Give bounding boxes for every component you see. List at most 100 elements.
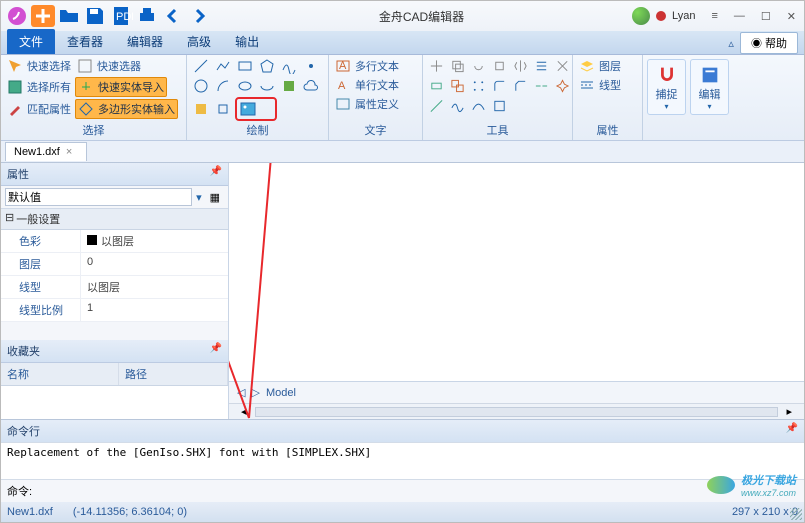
pin-icon[interactable]: 📌: [786, 423, 798, 439]
linetype-button[interactable]: 线型: [577, 76, 638, 94]
ribbon-collapse-icon[interactable]: ▵: [728, 37, 734, 50]
prop-ltscale-value[interactable]: 1: [81, 299, 228, 321]
image-tool-icon[interactable]: [238, 100, 274, 118]
rotate-tool-icon[interactable]: [469, 57, 488, 75]
rect-tool-icon[interactable]: [235, 57, 255, 75]
model-tab-nav-icon[interactable]: ◁: [237, 386, 245, 399]
favorites-panel-title: 收藏夹📌: [1, 340, 228, 363]
help-button[interactable]: ◉ 帮助: [740, 32, 798, 54]
hatch-tool-icon[interactable]: [279, 77, 299, 95]
block-tool-icon[interactable]: [191, 97, 211, 121]
pin-icon[interactable]: 📌: [210, 166, 222, 182]
copy-tool-icon[interactable]: [448, 57, 467, 75]
close-icon[interactable]: ✕: [783, 10, 800, 23]
filter-icon[interactable]: ▦: [206, 191, 224, 204]
cloud-tool-icon[interactable]: [301, 77, 321, 95]
menu-icon[interactable]: ≡: [707, 10, 721, 22]
resize-handle-icon[interactable]: [790, 508, 802, 520]
edit-pline-tool-icon[interactable]: [448, 97, 467, 115]
mtext-button[interactable]: A多行文本: [333, 57, 418, 75]
fillet-tool-icon[interactable]: [490, 77, 509, 95]
print-icon[interactable]: [135, 5, 159, 27]
prop-linetype-value[interactable]: 以图层: [81, 276, 228, 298]
measure-tool-icon[interactable]: [427, 97, 446, 115]
select-all-button[interactable]: 选择所有: [5, 77, 73, 97]
command-panel: 命令行📌 Replacement of the [GenIso.SHX] fon…: [1, 419, 804, 502]
titlebar: PDF 金舟CAD编辑器 Lyan ≡ — ☐ ✕: [1, 1, 804, 31]
ellipse-arc-tool-icon[interactable]: [257, 77, 277, 95]
new-file-icon[interactable]: [31, 5, 55, 27]
edit-spline-tool-icon[interactable]: [469, 97, 488, 115]
box-tool-icon[interactable]: [213, 97, 233, 121]
array-tool-icon[interactable]: [469, 77, 488, 95]
menutab-editor[interactable]: 编辑器: [115, 29, 175, 54]
status-badge-icon: [656, 11, 666, 21]
menutab-viewer[interactable]: 查看器: [55, 29, 115, 54]
prop-ltscale-label: 线型比例: [1, 299, 81, 321]
snap-button[interactable]: 捕捉▾: [647, 59, 686, 115]
redo-icon[interactable]: [187, 5, 211, 27]
match-prop-button[interactable]: 匹配属性: [5, 99, 73, 119]
h-scrollbar[interactable]: ◂▸: [229, 403, 804, 419]
user-info[interactable]: Lyan: [632, 7, 695, 25]
quick-import-button[interactable]: 快速实体导入: [75, 77, 167, 97]
point-tool-icon[interactable]: [301, 57, 321, 75]
text-button[interactable]: A单行文本: [333, 76, 418, 94]
menutab-file[interactable]: 文件: [7, 29, 55, 54]
minimize-icon[interactable]: —: [730, 10, 749, 22]
arc-tool-icon[interactable]: [213, 77, 233, 95]
watermark: 极光下载站 www.xz7.com: [707, 472, 796, 498]
attdef-button[interactable]: 属性定义: [333, 95, 418, 113]
spline-tool-icon[interactable]: [279, 57, 299, 75]
properties-selector[interactable]: [5, 188, 192, 206]
layer-button[interactable]: 图层: [577, 57, 638, 75]
explode-tool-icon[interactable]: [553, 77, 572, 95]
extend-tool-icon[interactable]: [427, 77, 446, 95]
menutab-output[interactable]: 输出: [223, 29, 271, 54]
save-icon[interactable]: [83, 5, 107, 27]
polygon-tool-icon[interactable]: [257, 57, 277, 75]
chamfer-tool-icon[interactable]: [511, 77, 530, 95]
mirror-tool-icon[interactable]: [511, 57, 530, 75]
prop-color-label: 色彩: [1, 230, 81, 252]
trim-tool-icon[interactable]: [553, 57, 572, 75]
pdf-export-icon[interactable]: PDF: [109, 5, 133, 27]
svg-text:A: A: [339, 60, 347, 72]
menutab-advanced[interactable]: 高级: [175, 29, 223, 54]
drawing-canvas[interactable]: ◁ ▷ Model ◂▸: [229, 163, 804, 419]
quick-filter-button[interactable]: 快速选器: [75, 57, 143, 75]
command-input[interactable]: [38, 485, 798, 497]
offset-tool-icon[interactable]: [448, 77, 467, 95]
break-tool-icon[interactable]: [532, 77, 551, 95]
polygon-input-button[interactable]: 多边形实体输入: [75, 99, 178, 119]
svg-text:A: A: [338, 80, 346, 92]
move-tool-icon[interactable]: [427, 57, 446, 75]
watermark-logo-icon: [707, 476, 735, 494]
align-tool-icon[interactable]: [532, 57, 551, 75]
ellipse-tool-icon[interactable]: [235, 77, 255, 95]
quick-select-button[interactable]: 快速选择: [5, 57, 73, 75]
open-folder-icon[interactable]: [57, 5, 81, 27]
svg-text:PDF: PDF: [116, 11, 133, 23]
polyline-tool-icon[interactable]: [213, 57, 233, 75]
model-tab[interactable]: Model: [266, 387, 296, 399]
maximize-icon[interactable]: ☐: [757, 10, 775, 23]
pin-icon[interactable]: 📌: [210, 343, 222, 359]
prop-layer-label: 图层: [1, 253, 81, 275]
edit-button[interactable]: 编辑▾: [690, 59, 729, 115]
doc-tab-active[interactable]: New1.dxf ×: [5, 142, 87, 161]
circle-tool-icon[interactable]: [191, 77, 211, 95]
dropdown-icon[interactable]: ▾: [192, 191, 206, 204]
status-dims: 297 x 210 x 0: [732, 506, 798, 518]
undo-icon[interactable]: [161, 5, 185, 27]
doc-tab-close-icon[interactable]: ×: [66, 146, 72, 158]
fav-col-path[interactable]: 路径: [119, 363, 228, 385]
prop-color-value[interactable]: 以图层: [81, 230, 228, 252]
model-tab-nav-icon[interactable]: ▷: [251, 386, 259, 399]
scale-tool-icon[interactable]: [490, 57, 509, 75]
fav-col-name[interactable]: 名称: [1, 363, 119, 385]
line-tool-icon[interactable]: [191, 57, 211, 75]
edit-hatch-tool-icon[interactable]: [490, 97, 509, 115]
prop-layer-value[interactable]: 0: [81, 253, 228, 275]
collapse-icon[interactable]: ⊟: [5, 211, 14, 227]
